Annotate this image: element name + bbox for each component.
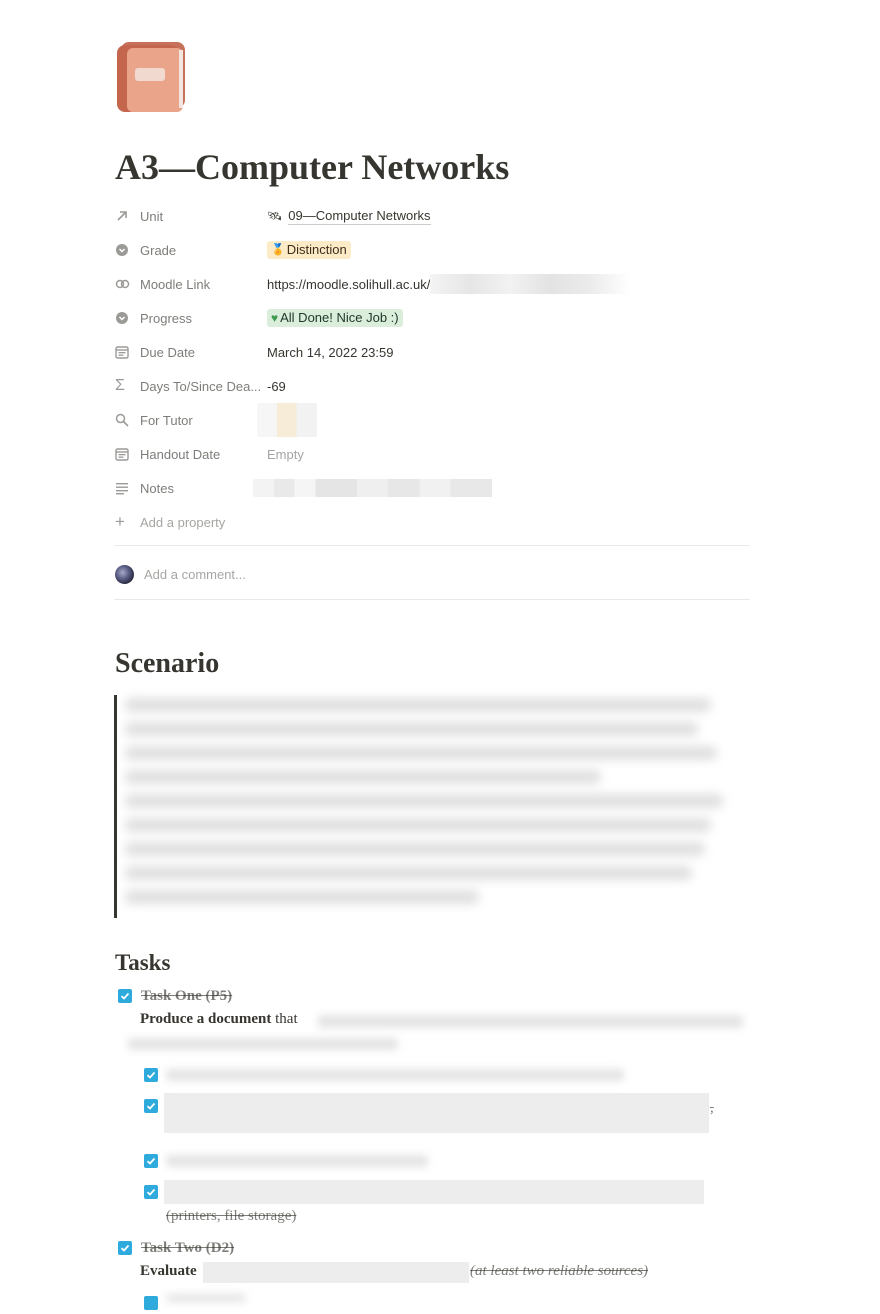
comment-box[interactable]: Add a comment... [115,563,246,585]
arrow-up-right-icon [115,208,135,224]
tasks-heading[interactable]: Tasks [115,948,170,978]
redacted-text [128,1038,398,1050]
redacted-value [257,403,317,437]
relation-link[interactable]: 09—Computer Networks [288,208,431,225]
divider [114,599,750,600]
property-unit[interactable]: Unit 🛰 09—Computer Networks [115,199,751,233]
todo-subtask[interactable] [144,1064,167,1086]
grade-tag[interactable]: 🏅 Distinction [267,241,351,259]
link-icon [115,276,135,292]
satellite-icon: 🛰 [267,209,283,223]
todo-task-two[interactable]: Task Two (D2) [118,1237,234,1259]
calendar-icon [115,344,135,360]
checkbox-checked-icon[interactable] [118,989,132,1003]
todo-label: Task Two (D2) [141,1239,235,1256]
property-progress[interactable]: Progress ♥ All Done! Nice Job :) [115,301,751,335]
add-property-button[interactable]: + Add a property [115,505,751,539]
redacted-text [166,1294,246,1302]
checkbox-checked-icon[interactable] [144,1068,158,1082]
progress-tag[interactable]: ♥ All Done! Nice Job :) [267,309,403,327]
page-title[interactable]: A3—Computer Networks [115,142,509,192]
days-value: -69 [267,378,286,394]
redacted-block [164,1180,704,1204]
search-icon [115,412,135,428]
property-name: Grade [140,242,177,258]
todo-label: Task One (P5) [141,987,233,1004]
property-days-to-since[interactable]: Σ Days To/Since Dea... -69 [115,369,751,403]
checkbox-checked-icon[interactable] [118,1241,132,1255]
todo-subtask[interactable] [144,1292,167,1314]
property-name: For Tutor [140,412,193,428]
due-date-value[interactable]: March 14, 2022 23:59 [267,345,393,360]
property-name: Handout Date [140,446,221,462]
task-two-description: Evaluate [140,1263,197,1279]
property-name: Notes [140,480,174,496]
redacted-block [203,1262,469,1283]
quote-bar [114,695,117,918]
todo-subtask[interactable] [144,1150,167,1172]
todo-task-one[interactable]: Task One (P5) [118,985,232,1007]
redacted-block [164,1093,709,1133]
sigma-icon: Σ [115,377,125,394]
property-name: Due Date [140,344,195,360]
select-icon [115,242,135,258]
avatar [115,564,134,584]
comment-input[interactable]: Add a comment... [144,567,246,582]
scenario-heading[interactable]: Scenario [115,645,219,683]
property-name: Days To/Since Dea... [140,378,262,394]
property-moodle-link[interactable]: Moodle Link https://moodle.solihull.ac.u… [115,267,751,301]
subtask-tail: (printers, file storage) [166,1208,297,1224]
property-handout-date[interactable]: Handout Date Empty [115,437,751,471]
redacted-text [166,1155,428,1167]
text-lines-icon [115,480,135,496]
checkbox-checked-icon[interactable] [144,1296,158,1310]
property-notes[interactable]: Notes [115,471,751,505]
task-two-tail: (at least two reliable sources) [470,1263,649,1279]
checkbox-checked-icon[interactable] [144,1154,158,1168]
checkbox-checked-icon[interactable] [144,1185,158,1199]
property-grade[interactable]: Grade 🏅 Distinction [115,233,751,267]
medal-icon: 🏅 [271,244,285,256]
redacted-scenario-text [125,698,735,918]
moodle-url[interactable]: https://moodle.solihull.ac.uk/ [267,277,430,292]
property-value[interactable]: 🛰 09—Computer Networks [267,208,431,225]
property-name: Moodle Link [140,276,211,292]
property-for-tutor[interactable]: For Tutor [115,403,751,437]
calendar-icon [115,446,135,462]
green-heart-icon: ♥ [271,311,279,325]
select-icon [115,310,135,326]
redacted-text [166,1069,624,1081]
checkbox-checked-icon[interactable] [144,1099,158,1113]
property-due-date[interactable]: Due Date March 14, 2022 23:59 [115,335,751,369]
book-icon [117,42,185,112]
redacted-text [318,1015,743,1028]
property-name: Unit [140,208,164,224]
property-name: Progress [140,310,193,326]
redacted-url [430,274,631,294]
task-one-description: Produce a document that [140,1011,298,1027]
redacted-notes [253,479,513,497]
handout-date-value[interactable]: Empty [267,447,304,462]
plus-icon: + [115,512,125,531]
divider [114,545,750,546]
subtask-tail: , [710,1100,714,1116]
